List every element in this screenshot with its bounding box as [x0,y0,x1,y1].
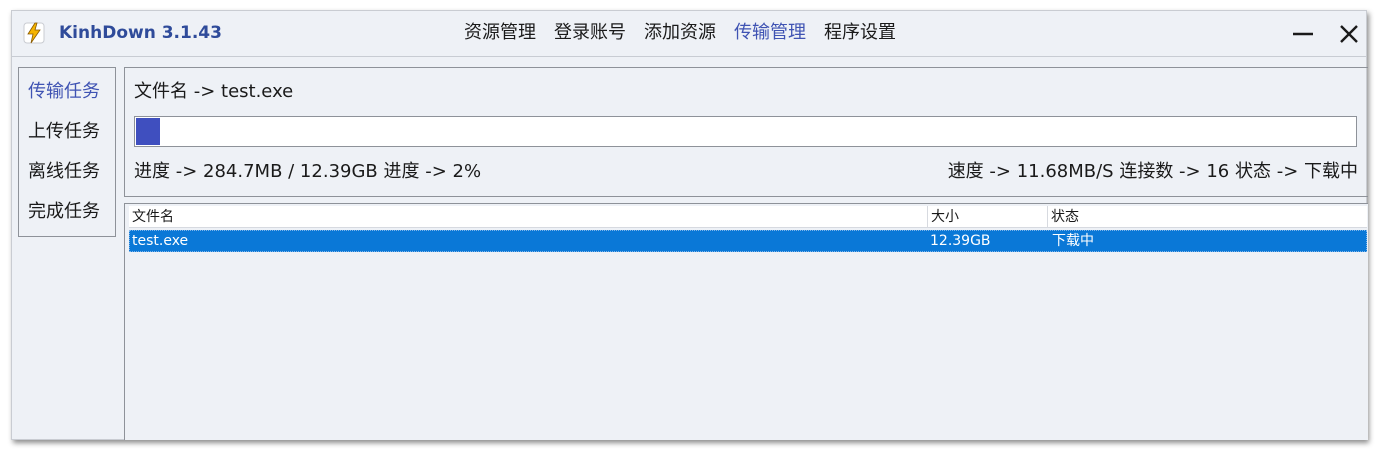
current-task-panel: 文件名 -> test.exe 进度 -> 284.7MB / 12.39GB … [124,67,1368,197]
task-table: 文件名 大小 状态 test.exe 12.39GB 下载中 [124,203,1368,440]
progress-text: 进度 -> 284.7MB / 12.39GB 进度 -> 2% [134,161,482,182]
sidebar-item-completed-tasks[interactable]: 完成任务 [28,200,100,224]
column-header-status[interactable]: 状态 [1047,206,1367,228]
title-bar[interactable]: KinhDown 3.1.43 资源管理 登录账号 添加资源 传输管理 程序设置 [12,11,1366,57]
minimize-button[interactable] [1288,19,1318,49]
minimize-icon [1293,32,1313,36]
column-header-size[interactable]: 大小 [927,206,1047,228]
progress-bar [134,116,1357,147]
close-button[interactable] [1334,19,1364,49]
column-header-filename[interactable]: 文件名 [129,206,927,228]
lightning-bolt-icon [22,21,46,45]
menu-item-add-resource[interactable]: 添加资源 [644,21,716,45]
main-menu: 资源管理 登录账号 添加资源 传输管理 程序设置 [464,21,896,45]
table-row[interactable]: test.exe 12.39GB 下载中 [129,230,1367,252]
app-window: KinhDown 3.1.43 资源管理 登录账号 添加资源 传输管理 程序设置… [11,10,1368,440]
app-title: KinhDown 3.1.43 [59,23,222,43]
menu-item-login-account[interactable]: 登录账号 [554,21,626,45]
menu-item-resource-management[interactable]: 资源管理 [464,21,536,45]
sidebar: 传输任务 上传任务 离线任务 完成任务 [18,67,116,237]
close-icon [1340,25,1358,43]
sidebar-item-upload-tasks[interactable]: 上传任务 [28,120,100,144]
row-filename: test.exe [132,233,189,249]
task-filename: 文件名 -> test.exe [134,81,294,102]
sidebar-item-offline-tasks[interactable]: 离线任务 [28,160,100,184]
speed-status-text: 速度 -> 11.68MB/S 连接数 -> 16 状态 -> 下载中 [947,161,1358,182]
menu-item-program-settings[interactable]: 程序设置 [824,21,896,45]
row-status: 下载中 [1052,233,1094,249]
table-header: 文件名 大小 状态 [129,206,1367,228]
menu-item-transfer-management[interactable]: 传输管理 [734,21,806,45]
row-size: 12.39GB [930,233,991,249]
sidebar-item-transfer-tasks[interactable]: 传输任务 [28,80,100,104]
progress-bar-fill [136,118,160,145]
